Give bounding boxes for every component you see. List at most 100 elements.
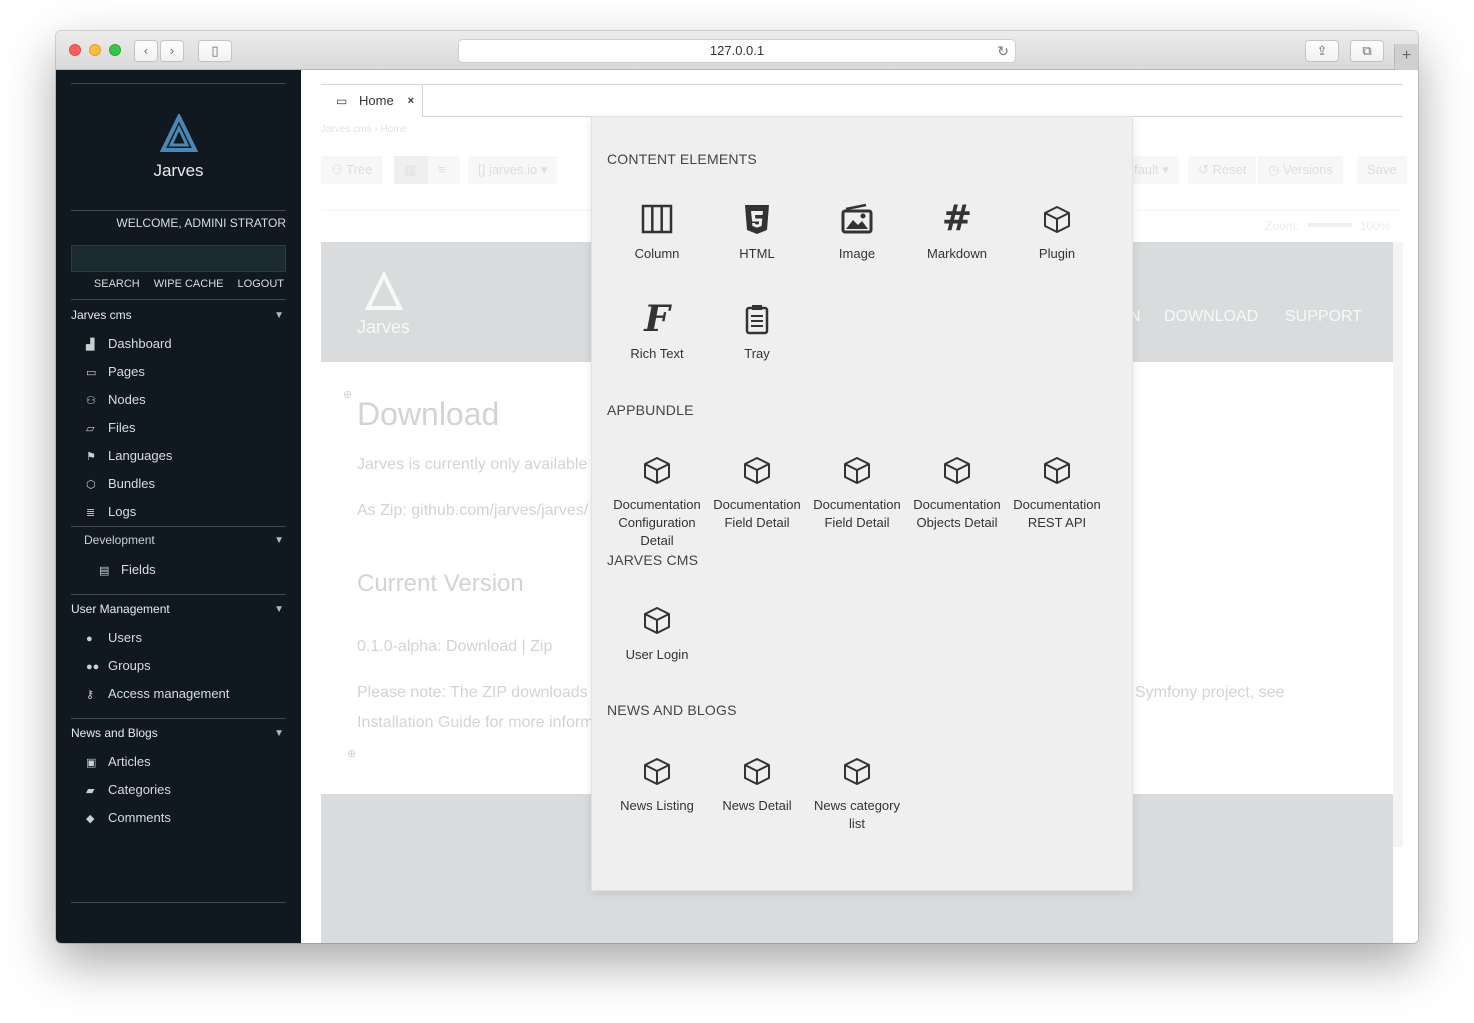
save-button[interactable]: Save [1357, 156, 1407, 184]
sidebar-search-input[interactable] [71, 245, 286, 272]
section-news-and-blogs[interactable]: News and Blogs ▼ [71, 726, 286, 740]
element-documentation-objects-detail[interactable]: Documentation Objects Detail [907, 450, 1007, 532]
element-documentation-field-detail[interactable]: Documentation Field Detail [807, 450, 907, 532]
element-rich-text[interactable]: F Rich Text [607, 299, 707, 363]
element-news-category-list[interactable]: News category list [807, 751, 907, 833]
flag-icon: ⚑ [86, 451, 96, 463]
preview-nav-download[interactable]: DOWNLOAD [1164, 308, 1258, 326]
versions-button[interactable]: ◷ Versions [1258, 156, 1343, 184]
section-user-management[interactable]: User Management ▼ [71, 602, 286, 616]
element-image[interactable]: Image [807, 199, 907, 263]
element-label: HTML [739, 246, 775, 261]
sidebar-item-categories[interactable]: ▰ Categories [86, 782, 171, 797]
divider [71, 718, 286, 719]
section-title: Jarves cms [71, 308, 132, 322]
sidebar-item-articles[interactable]: ▣ Articles [86, 754, 151, 769]
sidebar-toggle-button[interactable]: ▯ [198, 40, 232, 62]
tree-button[interactable]: ⚇ Tree [321, 156, 383, 184]
element-label: Documentation Field Detail [713, 497, 801, 530]
url-text: 127.0.0.1 [709, 43, 765, 58]
preview-scrollbar[interactable] [1393, 242, 1403, 847]
minimize-window-icon[interactable] [89, 44, 101, 56]
key-icon: ⚷ [86, 689, 95, 701]
element-label: User Login [625, 647, 689, 662]
reload-icon[interactable]: ↻ [997, 40, 1009, 62]
sidebar-item-label: Bundles [108, 476, 155, 491]
element-label: Documentation Configuration Detail [613, 497, 701, 548]
close-window-icon[interactable] [69, 44, 81, 56]
divider [71, 299, 286, 300]
preview-heading: Download [357, 396, 500, 432]
add-content-icon[interactable]: ⊕ [343, 388, 352, 401]
add-content-icon[interactable]: ⊕ [347, 747, 356, 760]
sidebar-item-dashboard[interactable]: ▟ Dashboard [86, 336, 172, 351]
logout-link[interactable]: LOGOUT [238, 278, 284, 290]
share-button[interactable]: ⇪ [1305, 40, 1339, 62]
list-view-button[interactable]: ≡ [428, 156, 460, 184]
search-link[interactable]: SEARCH [94, 278, 140, 290]
sidebar-item-logs[interactable]: ≣ Logs [86, 504, 136, 519]
chevron-down-icon: ▼ [274, 310, 284, 321]
element-user-login[interactable]: User Login [607, 600, 707, 664]
zoom-control[interactable]: Zoom: 100% [1265, 219, 1390, 233]
reset-icon: ↺ [1198, 162, 1213, 177]
sidebar-item-label: Comments [108, 810, 171, 825]
maximize-window-icon[interactable] [109, 44, 121, 56]
forward-button[interactable]: › [160, 40, 184, 62]
new-tab-button[interactable]: + [1394, 44, 1418, 70]
element-plugin[interactable]: Plugin [1007, 199, 1107, 263]
section-jarves-cms[interactable]: Jarves cms ▼ [71, 308, 286, 322]
preview-nav-support[interactable]: SUPPORT [1285, 308, 1362, 326]
element-documentation-field-detail[interactable]: Documentation Field Detail [707, 450, 807, 532]
sidebar-item-bundles[interactable]: ⬡ Bundles [86, 476, 155, 491]
element-documentation-configuration-detail[interactable]: Documentation Configuration Detail [607, 450, 707, 550]
sidebar-item-pages[interactable]: ▭ Pages [86, 364, 145, 379]
section-title: News and Blogs [71, 726, 158, 740]
layout-view-button[interactable]: ▥ [394, 156, 428, 184]
sidebar-item-languages[interactable]: ⚑ Languages [86, 448, 172, 463]
tree-label: Tree [346, 162, 373, 177]
sidebar-item-comments[interactable]: ◆ Comments [86, 810, 171, 825]
list-icon: ≣ [86, 507, 96, 519]
layout-select[interactable]: fault ▾ [1124, 156, 1179, 184]
divider [71, 526, 286, 527]
sidebar-item-nodes[interactable]: ⚇ Nodes [86, 392, 146, 407]
jarves-logo[interactable]: Jarves [56, 112, 301, 181]
sitemap-icon: ⚇ [331, 162, 347, 177]
element-label: News Listing [620, 798, 694, 813]
sidebar-item-users[interactable]: ● Users [86, 630, 142, 645]
zoom-slider[interactable] [1308, 223, 1353, 228]
element-markdown[interactable]: # Markdown [907, 199, 1007, 263]
element-documentation-rest-api[interactable]: Documentation REST API [1007, 450, 1107, 532]
element-news-detail[interactable]: News Detail [707, 751, 807, 815]
element-label: Column [634, 246, 680, 261]
back-button[interactable]: ‹ [134, 40, 158, 62]
sidebar-item-groups[interactable]: ●● Groups [86, 658, 151, 673]
element-html[interactable]: HTML [707, 199, 807, 263]
element-column[interactable]: Column [607, 199, 707, 263]
element-tray[interactable]: Tray [707, 299, 807, 363]
user-icon: ● [86, 633, 93, 645]
sidebar-item-access-management[interactable]: ⚷ Access management [86, 686, 229, 701]
section-development[interactable]: Development ▼ [84, 533, 286, 547]
rich-text-icon: F [644, 298, 670, 340]
sidebar-item-label: Pages [108, 364, 145, 379]
element-label: Documentation Objects Detail [913, 497, 1001, 530]
preview-paragraph: Installation Guide for more inform [357, 714, 594, 731]
address-bar[interactable]: 127.0.0.1 ↻ [458, 39, 1016, 63]
sidebar-item-fields[interactable]: ▤ Fields [99, 562, 156, 577]
sidebar-links: SEARCH WIPE CACHE LOGOUT [83, 278, 284, 290]
preview-paragraph: Jarves is currently only available a [357, 456, 601, 473]
reset-button[interactable]: ↺ Reset [1188, 156, 1257, 184]
sidebar-item-label: Categories [108, 782, 171, 797]
wipe-cache-link[interactable]: WIPE CACHE [154, 278, 224, 290]
element-news-listing[interactable]: News Listing [607, 751, 707, 815]
cube-icon [637, 600, 677, 640]
tabs-overview-button[interactable]: ⧉ [1350, 40, 1384, 62]
domain-label: [] jarves.io [478, 162, 538, 177]
domain-select[interactable]: [] jarves.io ▾ [468, 156, 558, 184]
sidebar-item-label: Files [108, 420, 136, 435]
tab-home[interactable]: ▭ Home × [321, 85, 423, 117]
close-tab-icon[interactable]: × [408, 85, 414, 117]
sidebar-item-files[interactable]: ▱ Files [86, 420, 135, 435]
